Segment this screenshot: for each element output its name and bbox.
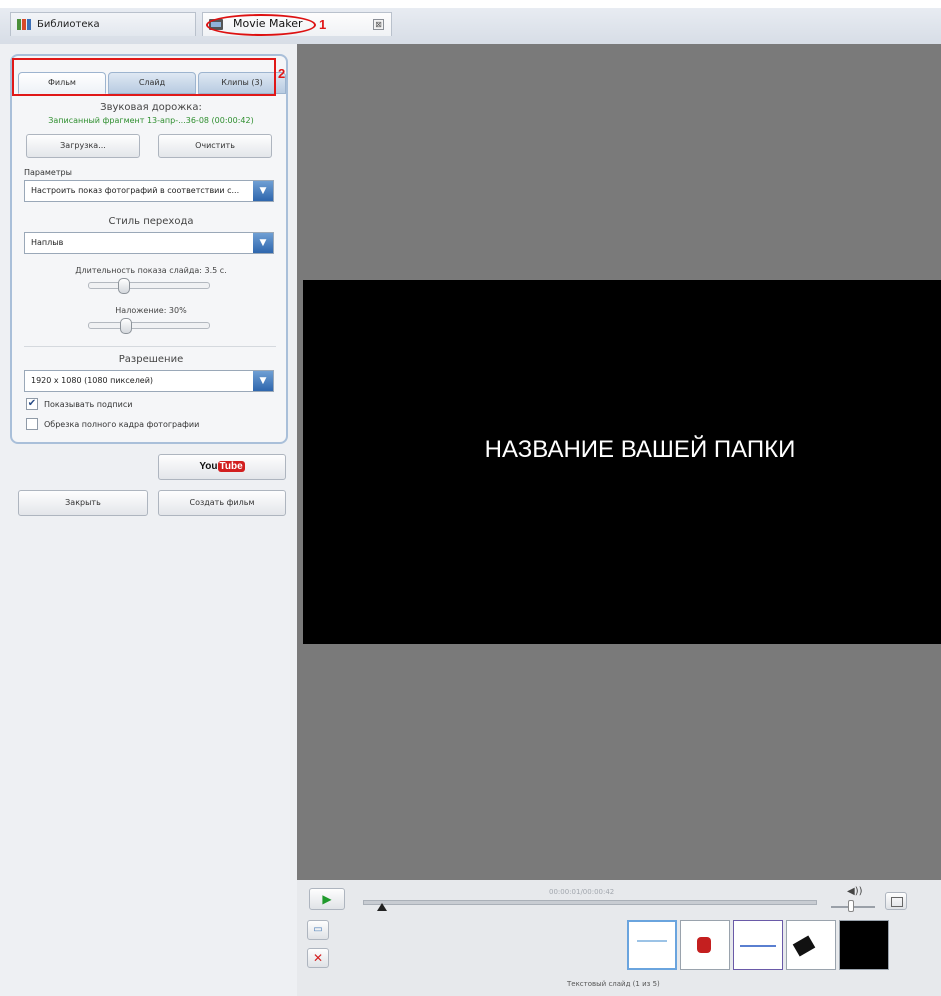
resolution-value: 1920 x 1080 (1080 пикселей) [31,376,154,385]
fullscreen-icon[interactable] [885,892,907,910]
clear-button[interactable]: Очистить [158,134,272,158]
timecode: 00:00:01/00:00:42 [549,888,615,896]
audio-track-title: Звуковая дорожка: [100,102,202,113]
play-button[interactable]: ▶ [309,888,345,910]
close-tab-icon[interactable]: ⊠ [373,19,384,30]
create-movie-button[interactable]: Создать фильм [158,490,286,516]
crop-full-frame-checkbox[interactable] [26,418,38,430]
overlap-thumb[interactable] [120,318,132,334]
crop-full-frame-label: Обрезка полного кадра фотографии [44,420,200,429]
tab-library[interactable]: Библиотека [10,12,196,36]
volume-thumb[interactable] [848,900,854,912]
delete-icon[interactable]: ✕ [307,948,329,968]
add-text-slide-icon[interactable]: ▭ [307,920,329,940]
resolution-select[interactable]: 1920 x 1080 (1080 пикселей) ▼ [24,370,274,392]
load-button[interactable]: Загрузка... [26,134,140,158]
params-value: Настроить показ фотографий в соответстви… [31,186,240,195]
slide-thumbnail[interactable] [839,920,889,970]
audio-file-name: Записанный фрагмент 13-апр-...36-08 (00:… [48,116,254,125]
annotation-oval [206,14,316,36]
annotation-number-2: 2 [278,66,286,81]
status-text: Текстовый слайд (1 из 5) [567,980,660,988]
divider [24,346,276,347]
left-panel: Фильм Слайд Клипы (3) Звуковая дорожка: … [0,44,297,996]
slide-duration-label: Длительность показа слайда: 3.5 с. [75,266,227,275]
annotation-rectangle [12,58,276,96]
params-label: Параметры [24,168,72,177]
slide-duration-slider[interactable] [88,282,210,289]
transition-value: Наплыв [31,238,64,247]
video-frame[interactable]: НАЗВАНИЕ ВАШЕЙ ПАПКИ [303,280,941,644]
show-captions-label: Показывать подписи [44,400,133,409]
slide-thumbnail[interactable] [627,920,677,970]
youtube-button[interactable]: You Tube [158,454,286,480]
close-button[interactable]: Закрыть [18,490,148,516]
resolution-title: Разрешение [118,354,184,365]
slide-thumbnail[interactable] [786,920,836,970]
transition-style-title: Стиль перехода [108,216,194,227]
volume-icon[interactable]: ◀)) [847,886,863,897]
overlap-label: Наложение: 30% [115,306,187,315]
slide-title-text: НАЗВАНИЕ ВАШЕЙ ПАПКИ [484,436,796,463]
overlap-slider[interactable] [88,322,210,329]
slide-duration-thumb[interactable] [118,278,130,294]
tab-library-label: Библиотека [37,19,100,30]
youtube-logo-icon: You Tube [199,461,245,472]
top-tab-bar: Библиотека Movie Maker 1 ⊠ [0,0,941,44]
chevron-down-icon: ▼ [253,181,273,201]
playhead-marker[interactable] [377,903,387,911]
timeline-scrubber[interactable] [363,900,817,905]
transition-select[interactable]: Наплыв ▼ [24,232,274,254]
slide-thumbnail[interactable] [733,920,783,970]
preview-area: НАЗВАНИЕ ВАШЕЙ ПАПКИ [297,44,941,880]
settings-panel: Фильм Слайд Клипы (3) Звуковая дорожка: … [10,54,288,444]
chevron-down-icon: ▼ [253,233,273,253]
params-select[interactable]: Настроить показ фотографий в соответстви… [24,180,274,202]
player-controls: ▶ 00:00:01/00:00:42 ◀)) ▭ ✕ Текстовый сл… [297,880,941,996]
annotation-number-1: 1 [319,17,327,32]
library-icon [17,19,31,30]
chevron-down-icon: ▼ [253,371,273,391]
show-captions-checkbox[interactable]: ✔ [26,398,38,410]
slide-thumbnail[interactable] [680,920,730,970]
